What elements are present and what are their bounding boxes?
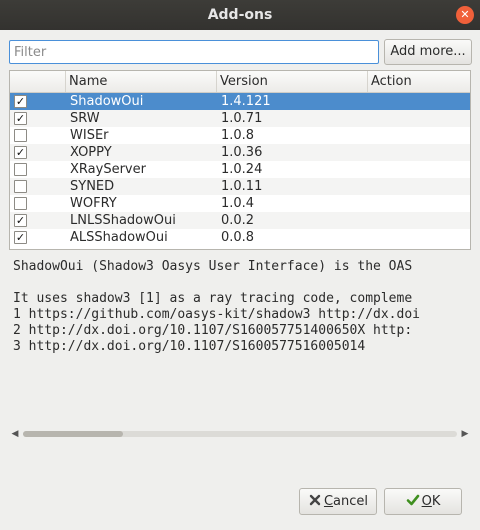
- cancel-button[interactable]: Cancel: [299, 488, 377, 515]
- addon-name: WISEr: [70, 128, 109, 143]
- header-checkbox[interactable]: [10, 71, 66, 92]
- addon-name: XRayServer: [70, 162, 146, 177]
- table-row[interactable]: ✓ XOPPY 1.0.36: [10, 144, 470, 161]
- checkmark-icon: [406, 494, 419, 506]
- addon-name: SYNED: [70, 179, 115, 194]
- cancel-label: ancel: [333, 494, 369, 509]
- checkbox-checked-icon[interactable]: ✓: [14, 231, 27, 244]
- checkbox-checked-icon[interactable]: ✓: [14, 214, 27, 227]
- checkbox-unchecked-icon[interactable]: [14, 197, 27, 210]
- addon-version: 1.0.24: [221, 162, 263, 177]
- description-line: ShadowOui (Shadow3 Oasys User Interface)…: [13, 259, 413, 274]
- addons-table: Name Version Action ✓ ShadowOui 1.4.121 ✓ SR…: [9, 70, 471, 250]
- table-row[interactable]: WOFRY 1.0.4: [10, 195, 470, 212]
- table-row[interactable]: WISEr 1.0.8: [10, 127, 470, 144]
- header-version[interactable]: Version: [217, 71, 368, 92]
- table-row[interactable]: XRayServer 1.0.24: [10, 161, 470, 178]
- checkbox-unchecked-icon[interactable]: [14, 163, 27, 176]
- table-row[interactable]: ✓ ALSShadowOui 0.0.8: [10, 229, 470, 246]
- addon-name: XOPPY: [70, 145, 112, 160]
- addon-version: 1.0.71: [221, 111, 263, 126]
- cancel-icon: [309, 494, 321, 506]
- ok-button[interactable]: OK: [384, 488, 462, 515]
- scroll-thumb[interactable]: [23, 431, 123, 437]
- checkbox-checked-icon[interactable]: ✓: [14, 112, 27, 125]
- table-row[interactable]: ✓ SRW 1.0.71: [10, 110, 470, 127]
- description-line: 2 http://dx.doi.org/10.1107/S16005775140…: [13, 323, 413, 338]
- cancel-accelerator: C: [323, 494, 334, 509]
- addon-version: 1.0.4: [221, 196, 255, 211]
- description-line: 3 http://dx.doi.org/10.1107/S16005775160…: [13, 339, 366, 354]
- addon-version: 1.0.36: [221, 145, 263, 160]
- scroll-left-icon[interactable]: ◀: [9, 428, 21, 440]
- description-line: It uses shadow3 [1] as a ray tracing cod…: [13, 291, 413, 306]
- addon-name: SRW: [70, 111, 100, 126]
- scroll-right-icon[interactable]: ▶: [459, 428, 471, 440]
- addon-version: 0.0.8: [221, 230, 255, 245]
- add-more-button[interactable]: Add more...: [384, 39, 472, 65]
- addon-name: WOFRY: [70, 196, 117, 211]
- description-line: 1 https://github.com/oasys-kit/shadow3 h…: [13, 307, 420, 322]
- window-title: Add-ons: [207, 7, 273, 23]
- close-icon[interactable]: ✕: [456, 6, 474, 24]
- header-name[interactable]: Name: [66, 71, 217, 92]
- title-bar: Add-ons ✕: [0, 0, 480, 30]
- checkbox-checked-icon[interactable]: ✓: [14, 95, 27, 108]
- horizontal-scrollbar[interactable]: ◀ ▶: [9, 428, 471, 440]
- table-header: Name Version Action: [10, 71, 470, 93]
- ok-label: K: [431, 494, 441, 509]
- addon-name: LNLSShadowOui: [70, 213, 176, 228]
- addon-name: ShadowOui: [70, 94, 144, 109]
- description-panel: ShadowOui (Shadow3 Oasys User Interface)…: [9, 259, 471, 429]
- ok-accelerator: O: [421, 494, 432, 509]
- checkbox-unchecked-icon[interactable]: [14, 180, 27, 193]
- addon-name: ALSShadowOui: [70, 230, 168, 245]
- filter-input[interactable]: [9, 40, 379, 64]
- addon-version: 1.0.11: [221, 179, 263, 194]
- addon-version: 1.0.8: [221, 128, 255, 143]
- checkbox-unchecked-icon[interactable]: [14, 129, 27, 142]
- table-row[interactable]: ✓ ShadowOui 1.4.121: [10, 93, 470, 110]
- checkbox-checked-icon[interactable]: ✓: [14, 146, 27, 159]
- table-row[interactable]: ✓ LNLSShadowOui 0.0.2: [10, 212, 470, 229]
- table-row[interactable]: SYNED 1.0.11: [10, 178, 470, 195]
- addon-version: 1.4.121: [221, 94, 271, 109]
- header-action[interactable]: Action: [368, 71, 470, 92]
- addon-version: 0.0.2: [221, 213, 255, 228]
